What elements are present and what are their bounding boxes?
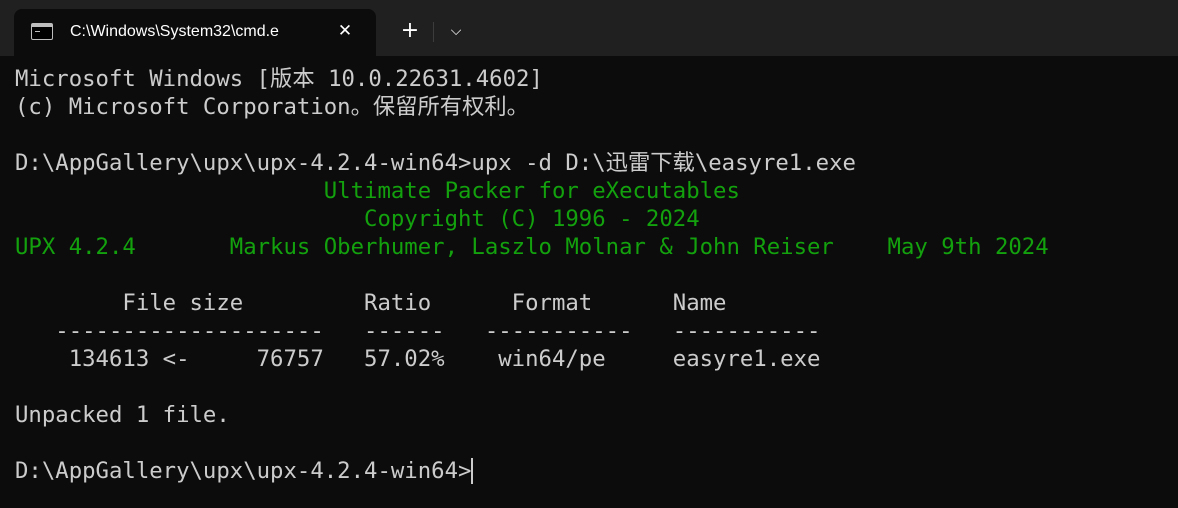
toolbar-divider	[433, 22, 434, 42]
console-line: File size Ratio Format Name	[15, 289, 1178, 317]
console-line: D:\AppGallery\upx\upx-4.2.4-win64>	[15, 457, 1178, 485]
tab-title: C:\Windows\System32\cmd.e	[70, 23, 279, 40]
console-line: Ultimate Packer for eXecutables	[15, 177, 1178, 205]
console-line: Microsoft Windows [版本 10.0.22631.4602]	[15, 65, 1178, 93]
console-line-text: UPX 4.2.4 Markus Oberhumer, Laszlo Molna…	[15, 234, 1049, 260]
terminal-window: C:\Windows\System32\cmd.e ✕ + ⌵ Microsof…	[0, 0, 1178, 508]
console-line-text: Copyright (C) 1996 - 2024	[15, 206, 700, 232]
title-bar: C:\Windows\System32\cmd.e ✕ + ⌵	[0, 0, 1178, 56]
console-line: UPX 4.2.4 Markus Oberhumer, Laszlo Molna…	[15, 233, 1178, 261]
console-line-text: 134613 <- 76757 57.02% win64/pe easyre1.…	[15, 346, 821, 372]
chevron-down-icon[interactable]: ⌵	[441, 16, 471, 46]
console-line: -------------------- ------ ----------- …	[15, 317, 1178, 345]
console-line-text: -------------------- ------ ----------- …	[15, 318, 821, 344]
console-line-text: Unpacked 1 file.	[15, 402, 230, 428]
tab-cmd[interactable]: C:\Windows\System32\cmd.e ✕	[14, 9, 376, 56]
console-line-text: File size Ratio Format Name	[15, 290, 727, 316]
console-line: D:\AppGallery\upx\upx-4.2.4-win64>upx -d…	[15, 149, 1178, 177]
console-line-text: Microsoft Windows [版本 10.0.22631.4602]	[15, 66, 543, 92]
new-tab-button[interactable]: +	[395, 16, 425, 46]
text-cursor	[471, 458, 474, 484]
console-output[interactable]: Microsoft Windows [版本 10.0.22631.4602] (c…	[15, 65, 1178, 508]
console-line: (c) Microsoft Corporation。保留所有权利。	[15, 93, 1178, 121]
console-line: 134613 <- 76757 57.02% win64/pe easyre1.…	[15, 345, 1178, 373]
cmd-icon	[31, 23, 53, 40]
console-line: Unpacked 1 file.	[15, 401, 1178, 429]
console-line-text: D:\AppGallery\upx\upx-4.2.4-win64>	[15, 458, 472, 484]
console-line: Copyright (C) 1996 - 2024	[15, 205, 1178, 233]
console-line-text: Ultimate Packer for eXecutables	[15, 178, 740, 204]
console-line-text: (c) Microsoft Corporation。保留所有权利。	[15, 94, 529, 120]
close-icon[interactable]: ✕	[332, 18, 358, 44]
console-line-text: D:\AppGallery\upx\upx-4.2.4-win64>upx -d…	[15, 150, 856, 176]
